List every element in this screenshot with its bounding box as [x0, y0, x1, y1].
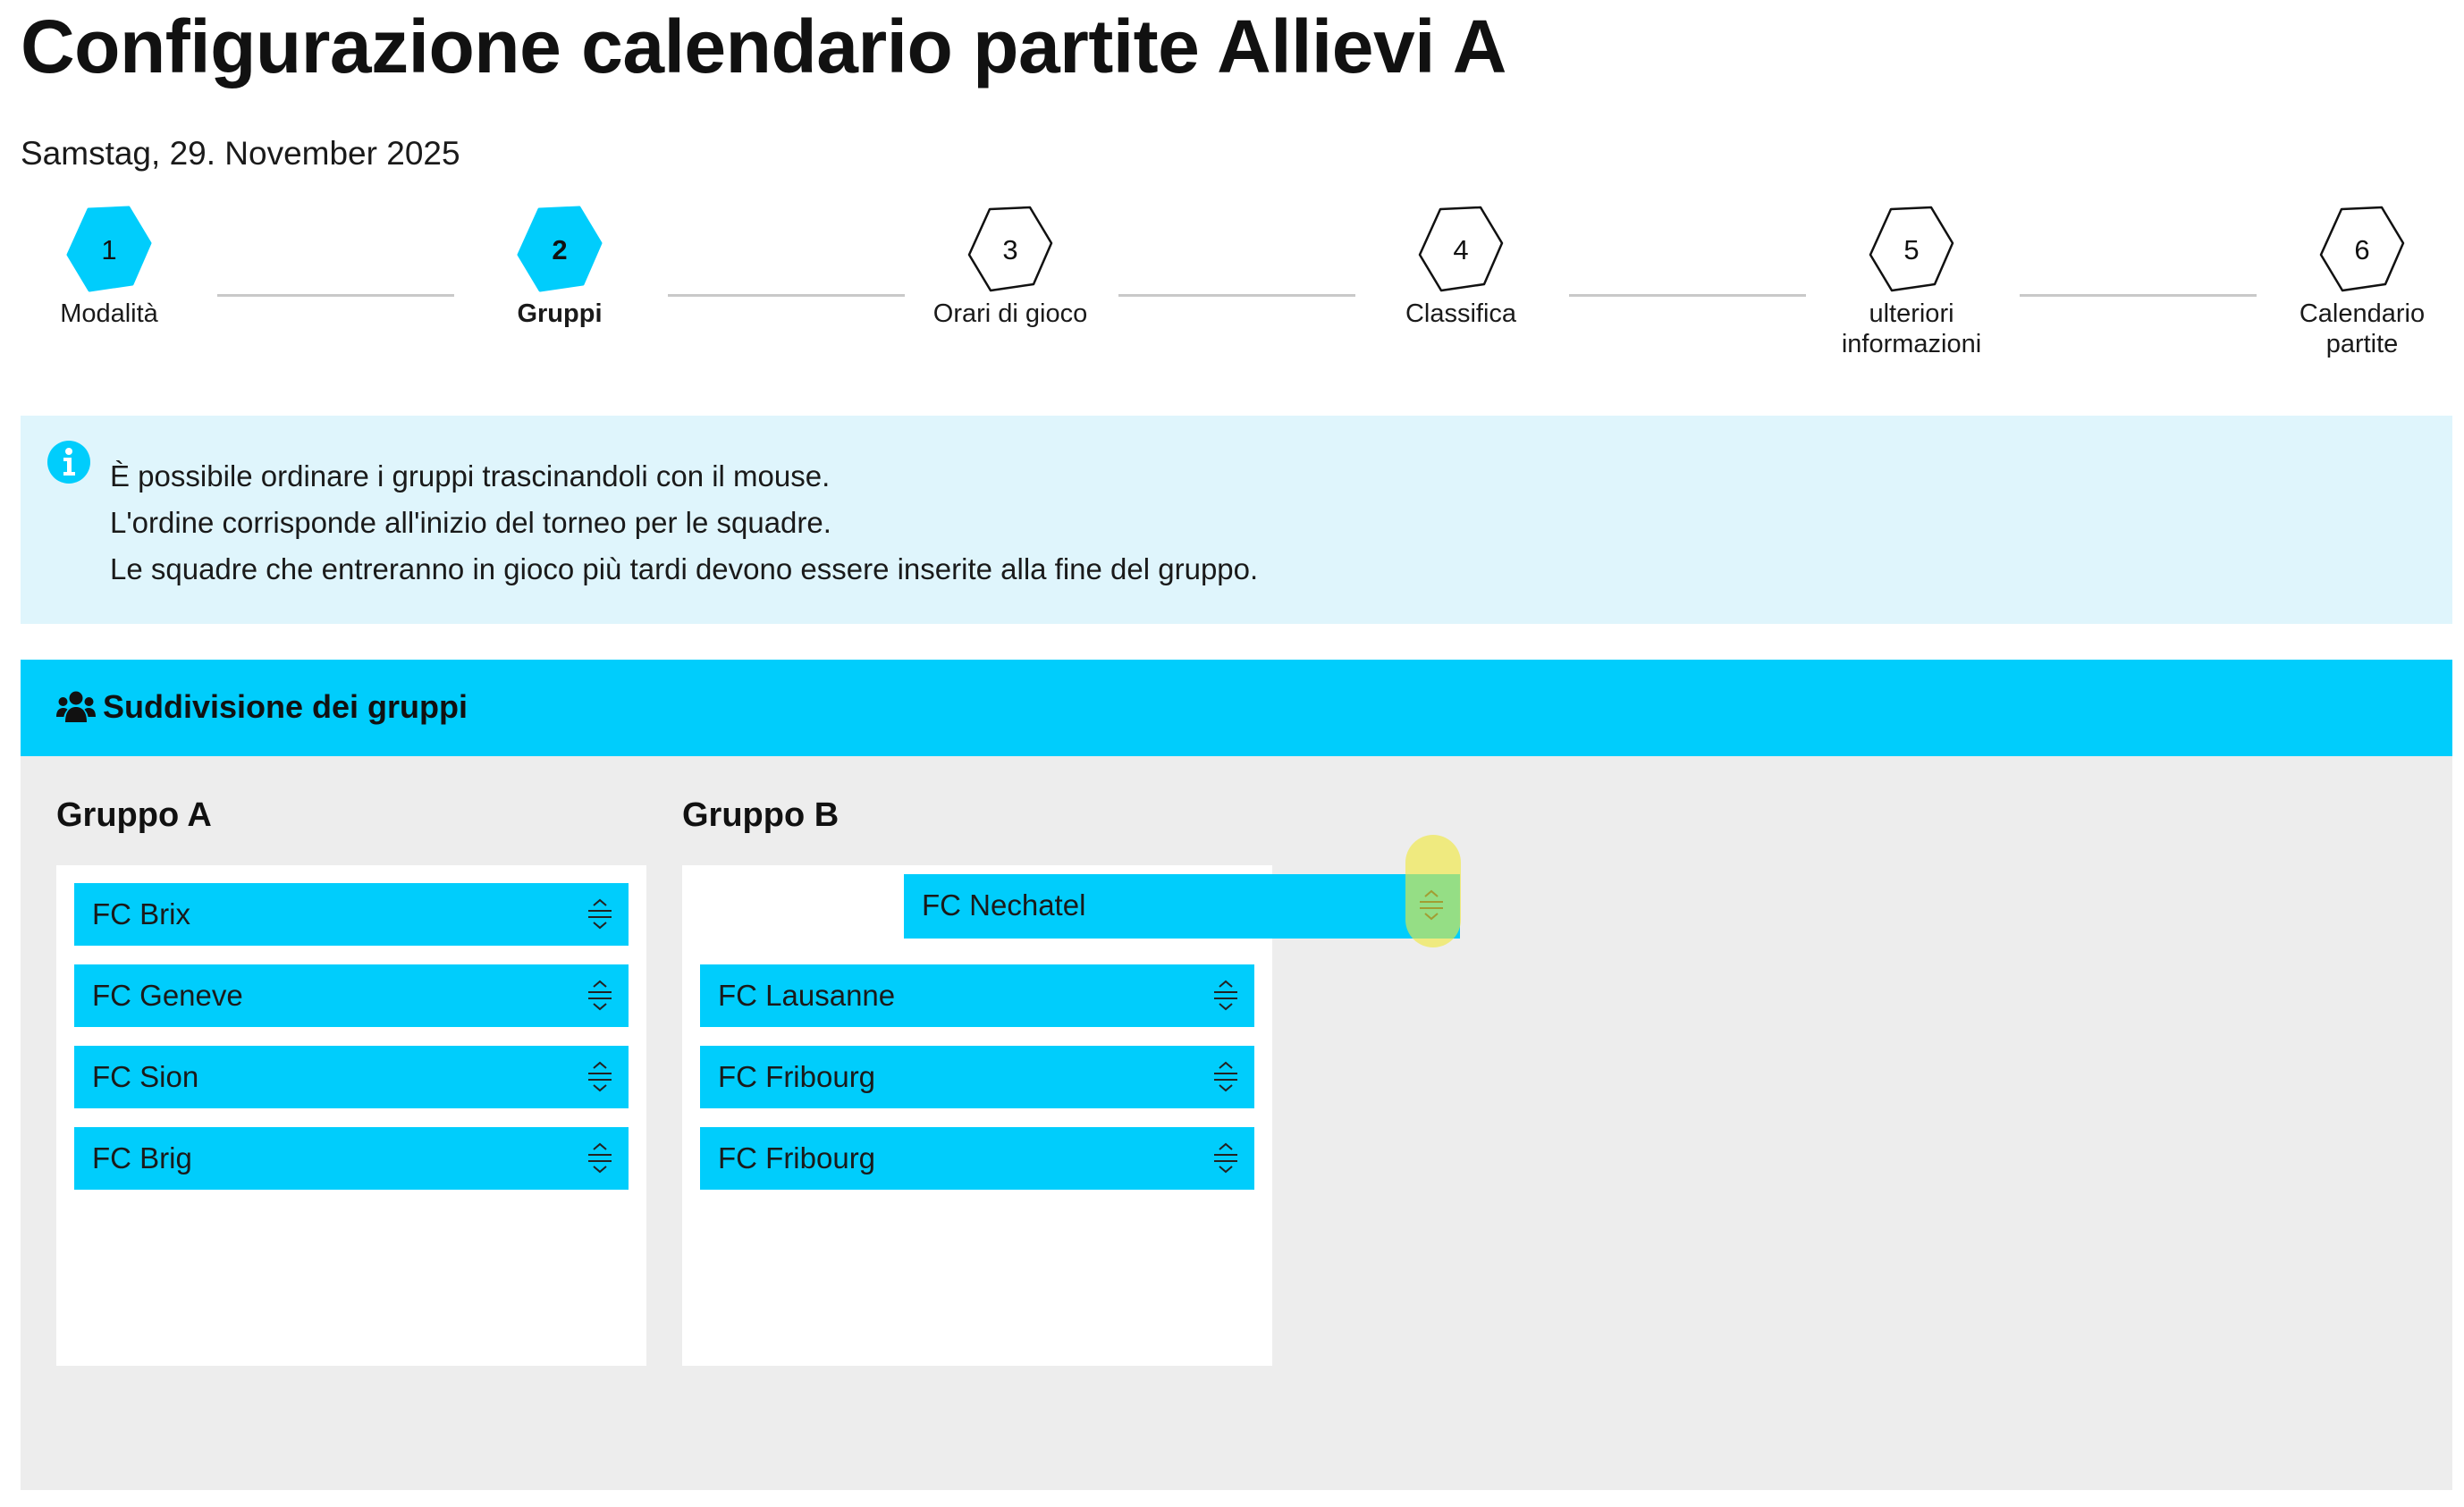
step-number: 6	[2354, 234, 2370, 265]
team-card[interactable]: FC Brig	[74, 1127, 629, 1190]
drag-handle-icon[interactable]	[1211, 1142, 1240, 1174]
step-label-line: Calendario	[2299, 299, 2426, 328]
groups-panel-header: Suddivisione dei gruppi	[21, 660, 2452, 756]
step-connector	[1569, 294, 1806, 297]
wizard-stepper: 1 Modalità 2 Gruppi 3 Orari di gioco 4 C…	[0, 206, 2464, 384]
team-name: FC Geneve	[92, 979, 243, 1012]
team-card[interactable]: FC Geneve	[74, 964, 629, 1027]
step-hexagon-icon: 6	[2317, 206, 2407, 295]
step-label: Orari di gioco	[932, 299, 1088, 328]
info-line: È possibile ordinare i gruppi trascinand…	[110, 459, 831, 493]
step-number: 2	[552, 234, 568, 265]
users-icon	[56, 691, 96, 722]
drag-handle-icon[interactable]	[1417, 889, 1446, 922]
step-number: 4	[1453, 234, 1469, 265]
step-label-line: informazioni	[1841, 330, 1982, 358]
team-card-dragging[interactable]: FC Nechatel	[904, 874, 1460, 939]
team-name: FC Fribourg	[718, 1060, 876, 1093]
step-connector	[668, 294, 905, 297]
info-line: L'ordine corrisponde all'inizio del torn…	[110, 506, 831, 539]
step-hexagon-icon: 3	[966, 206, 1055, 295]
team-card[interactable]: FC Brix	[74, 883, 629, 946]
step-label: Calendario partite	[2255, 299, 2464, 359]
team-card[interactable]: FC Fribourg	[700, 1127, 1254, 1190]
drag-handle-icon[interactable]	[586, 1142, 614, 1174]
info-icon	[47, 441, 90, 484]
step-number: 1	[101, 234, 117, 265]
step-label: Gruppi	[517, 299, 603, 328]
group-title-b: Gruppo B	[682, 796, 840, 834]
page: Configurazione calendario partite Alliev…	[0, 0, 2464, 1507]
step-classifica[interactable]: 4 Classifica	[1354, 206, 1568, 329]
step-hexagon-icon: 4	[1416, 206, 1506, 295]
info-line: Le squadre che entreranno in gioco più t…	[110, 552, 1259, 585]
group-list-a[interactable]: FC Brix FC Geneve FC Sion FC Brig	[56, 865, 646, 1366]
step-modalita[interactable]: 1 Modalità	[2, 206, 216, 329]
step-hexagon-icon: 1	[64, 206, 154, 295]
team-name: FC Nechatel	[922, 888, 1086, 922]
step-label: ulteriori informazioni	[1804, 299, 2019, 359]
step-connector	[217, 294, 454, 297]
drag-handle-icon[interactable]	[586, 898, 614, 930]
team-name: FC Brix	[92, 897, 190, 930]
drag-handle-icon[interactable]	[586, 1061, 614, 1093]
drag-handle-icon[interactable]	[586, 980, 614, 1012]
step-connector	[1118, 294, 1355, 297]
step-label-line: partite	[2325, 330, 2399, 358]
group-title-a: Gruppo A	[56, 796, 212, 834]
step-label: Classifica	[1405, 299, 1517, 328]
step-hexagon-icon: 5	[1867, 206, 1956, 295]
groups-panel-title: Suddivisione dei gruppi	[103, 688, 468, 725]
drag-handle-icon[interactable]	[1211, 1061, 1240, 1093]
page-date: Samstag, 29. November 2025	[21, 135, 460, 172]
page-title: Configurazione calendario partite Alliev…	[21, 4, 1506, 88]
info-alert: È possibile ordinare i gruppi trascinand…	[21, 416, 2452, 624]
step-number: 3	[1002, 234, 1018, 265]
team-name: FC Fribourg	[718, 1141, 876, 1174]
step-calendario-partite[interactable]: 6 Calendario partite	[2255, 206, 2464, 359]
group-list-b[interactable]: FC Lausanne FC Fribourg FC Fribourg	[682, 865, 1272, 1366]
step-label: Modalità	[60, 299, 158, 328]
step-number: 5	[1903, 234, 1920, 265]
step-gruppi[interactable]: 2 Gruppi	[452, 206, 667, 329]
team-name: FC Brig	[92, 1141, 192, 1174]
team-name: FC Lausanne	[718, 979, 896, 1012]
step-ulteriori-informazioni[interactable]: 5 ulteriori informazioni	[1804, 206, 2019, 359]
drag-handle-icon[interactable]	[1211, 980, 1240, 1012]
step-label-line: ulteriori	[1869, 299, 1954, 328]
team-card[interactable]: FC Fribourg	[700, 1046, 1254, 1108]
info-text: È possibile ordinare i gruppi trascinand…	[110, 453, 1258, 593]
team-card[interactable]: FC Lausanne	[700, 964, 1254, 1027]
step-hexagon-icon: 2	[515, 206, 604, 295]
team-card[interactable]: FC Sion	[74, 1046, 629, 1108]
step-orari-di-gioco[interactable]: 3 Orari di gioco	[903, 206, 1118, 329]
step-connector	[2020, 294, 2257, 297]
team-name: FC Sion	[92, 1060, 199, 1093]
